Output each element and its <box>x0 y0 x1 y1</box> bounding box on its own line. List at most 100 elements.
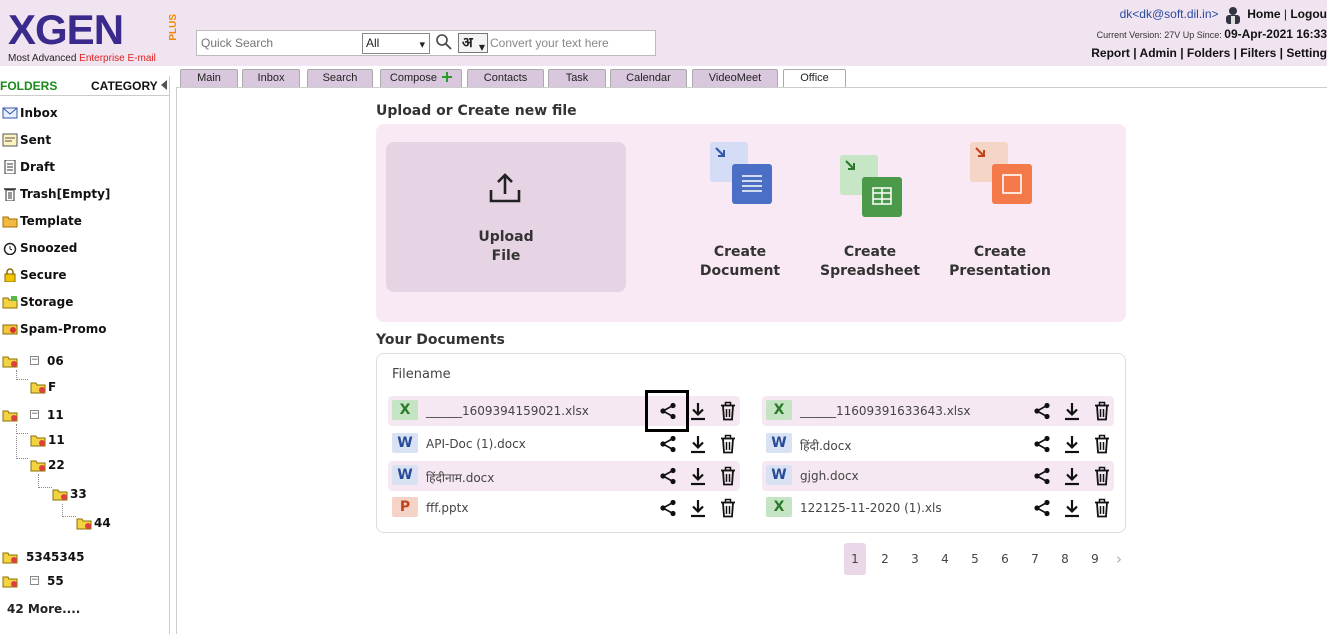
delete-icon[interactable] <box>1092 401 1112 421</box>
document-row[interactable]: P fff.pptx <box>388 493 740 523</box>
delete-icon[interactable] <box>718 466 738 486</box>
download-icon[interactable] <box>1062 498 1082 518</box>
collapse-toggle-icon[interactable]: − <box>30 410 39 419</box>
sidebar-item-label: Inbox <box>20 106 58 120</box>
collapse-toggle-icon[interactable]: − <box>30 576 39 585</box>
spam-icon <box>2 324 18 335</box>
document-row[interactable]: W हिंदीनाम.docx <box>388 461 740 491</box>
delete-icon[interactable] <box>718 434 738 454</box>
language-toggle-button[interactable]: अ ▼ <box>458 33 488 53</box>
document-row[interactable]: W हिंदी.docx <box>762 429 1114 459</box>
more-folders-link[interactable]: 42 More.... <box>7 602 80 616</box>
trash-icon <box>4 188 16 201</box>
tab-office[interactable]: Office <box>783 69 846 88</box>
folder-icon <box>2 356 18 368</box>
tab-main[interactable]: Main <box>180 69 238 87</box>
download-icon[interactable] <box>1062 434 1082 454</box>
tab-inbox[interactable]: Inbox <box>242 69 300 87</box>
document-row[interactable]: W gjgh.docx <box>762 461 1114 491</box>
share-icon[interactable] <box>1032 401 1052 421</box>
page-button[interactable]: 6 <box>994 543 1016 575</box>
create-spreadsheet-icon[interactable] <box>838 153 902 217</box>
page-button[interactable]: 9 <box>1084 543 1106 575</box>
tree-connector <box>62 504 76 517</box>
report-link[interactable]: Report <box>1091 46 1130 60</box>
documents-section-title: Your Documents <box>376 332 505 348</box>
page-button[interactable]: 4 <box>934 543 956 575</box>
document-row[interactable]: X ______11609391633643.xlsx <box>762 396 1114 426</box>
home-link[interactable]: Home <box>1247 7 1280 21</box>
logout-link[interactable]: Logou <box>1290 7 1327 21</box>
create-presentation-icon[interactable] <box>968 140 1032 204</box>
download-icon[interactable] <box>1062 466 1082 486</box>
sidebar-item-label: Storage <box>20 295 74 309</box>
document-filename[interactable]: 122125-11-2020 (1).xls <box>800 501 942 515</box>
page-button[interactable]: 7 <box>1024 543 1046 575</box>
document-row[interactable]: X 122125-11-2020 (1).xls <box>762 493 1114 523</box>
word-file-icon: W <box>766 465 792 485</box>
tree-folder-label: 5345345 <box>26 550 85 564</box>
draft-icon <box>4 160 16 174</box>
document-filename[interactable]: gjgh.docx <box>800 469 859 483</box>
delete-icon[interactable] <box>718 401 738 421</box>
convert-text-input[interactable]: Convert your text here <box>490 33 650 53</box>
search-icon[interactable] <box>435 33 453 51</box>
focus-highlight-box <box>645 390 689 432</box>
search-scope-select[interactable]: All ▾ <box>362 33 430 54</box>
create-presentation-button[interactable]: Create Presentation <box>940 243 1060 281</box>
folders-link[interactable]: Folders <box>1187 46 1230 60</box>
page-button[interactable]: 2 <box>874 543 896 575</box>
page-button[interactable]: 5 <box>964 543 986 575</box>
create-spreadsheet-button[interactable]: Create Spreadsheet <box>810 243 930 281</box>
share-icon[interactable] <box>1032 434 1052 454</box>
download-icon[interactable] <box>688 434 708 454</box>
share-icon[interactable] <box>1032 498 1052 518</box>
download-icon[interactable] <box>688 401 708 421</box>
share-icon[interactable] <box>658 434 678 454</box>
document-filename[interactable]: हिंदी.docx <box>800 437 851 454</box>
filename-column-header: Filename <box>392 367 451 382</box>
download-icon[interactable] <box>1062 401 1082 421</box>
delete-icon[interactable] <box>718 498 738 518</box>
xgen-logo[interactable]: XGEN PLUS Most Advanced Enterprise E-mai… <box>6 6 186 64</box>
powerpoint-file-icon: P <box>392 497 418 517</box>
page-button[interactable]: 3 <box>904 543 926 575</box>
next-page-icon[interactable]: › <box>1108 543 1130 575</box>
tab-task[interactable]: Task <box>548 69 606 87</box>
share-icon[interactable] <box>658 466 678 486</box>
tagline-prefix: Most Advanced <box>8 53 80 64</box>
create-document-icon[interactable] <box>708 140 772 204</box>
tab-compose[interactable]: Compose <box>380 69 462 87</box>
create-document-button[interactable]: Create Document <box>680 243 800 281</box>
document-filename[interactable]: ______1609394159021.xlsx <box>426 404 589 418</box>
document-filename[interactable]: हिंदीनाम.docx <box>426 469 494 486</box>
download-icon[interactable] <box>688 466 708 486</box>
share-icon[interactable] <box>658 498 678 518</box>
tab-search[interactable]: Search <box>307 69 373 87</box>
delete-icon[interactable] <box>1092 498 1112 518</box>
document-filename[interactable]: fff.pptx <box>426 501 468 515</box>
admin-link[interactable]: Admin <box>1140 46 1177 60</box>
tab-contacts[interactable]: Contacts <box>467 69 544 87</box>
download-icon[interactable] <box>688 498 708 518</box>
folders-tab[interactable]: FOLDERS <box>0 79 57 93</box>
page-button[interactable]: 8 <box>1054 543 1076 575</box>
category-tab[interactable]: CATEGORY <box>91 79 158 93</box>
document-row[interactable]: W API-Doc (1).docx <box>388 429 740 459</box>
filters-link[interactable]: Filters <box>1240 46 1276 60</box>
share-icon[interactable] <box>1032 466 1052 486</box>
collapse-toggle-icon[interactable]: − <box>30 356 39 365</box>
document-filename[interactable]: API-Doc (1).docx <box>426 437 526 451</box>
upload-file-button[interactable] <box>386 142 626 292</box>
document-filename[interactable]: ______11609391633643.xlsx <box>800 404 971 418</box>
setting-link[interactable]: Setting <box>1286 46 1327 60</box>
tab-videomeet[interactable]: VideoMeet <box>692 69 778 87</box>
quick-search-input[interactable] <box>199 33 359 53</box>
collapse-sidebar-icon[interactable] <box>161 80 167 90</box>
upload-label-line2: File <box>491 248 521 264</box>
tree-folder-label: F <box>48 380 57 394</box>
tab-calendar[interactable]: Calendar <box>610 69 687 87</box>
page-button[interactable]: 1 <box>844 543 866 575</box>
delete-icon[interactable] <box>1092 466 1112 486</box>
delete-icon[interactable] <box>1092 434 1112 454</box>
